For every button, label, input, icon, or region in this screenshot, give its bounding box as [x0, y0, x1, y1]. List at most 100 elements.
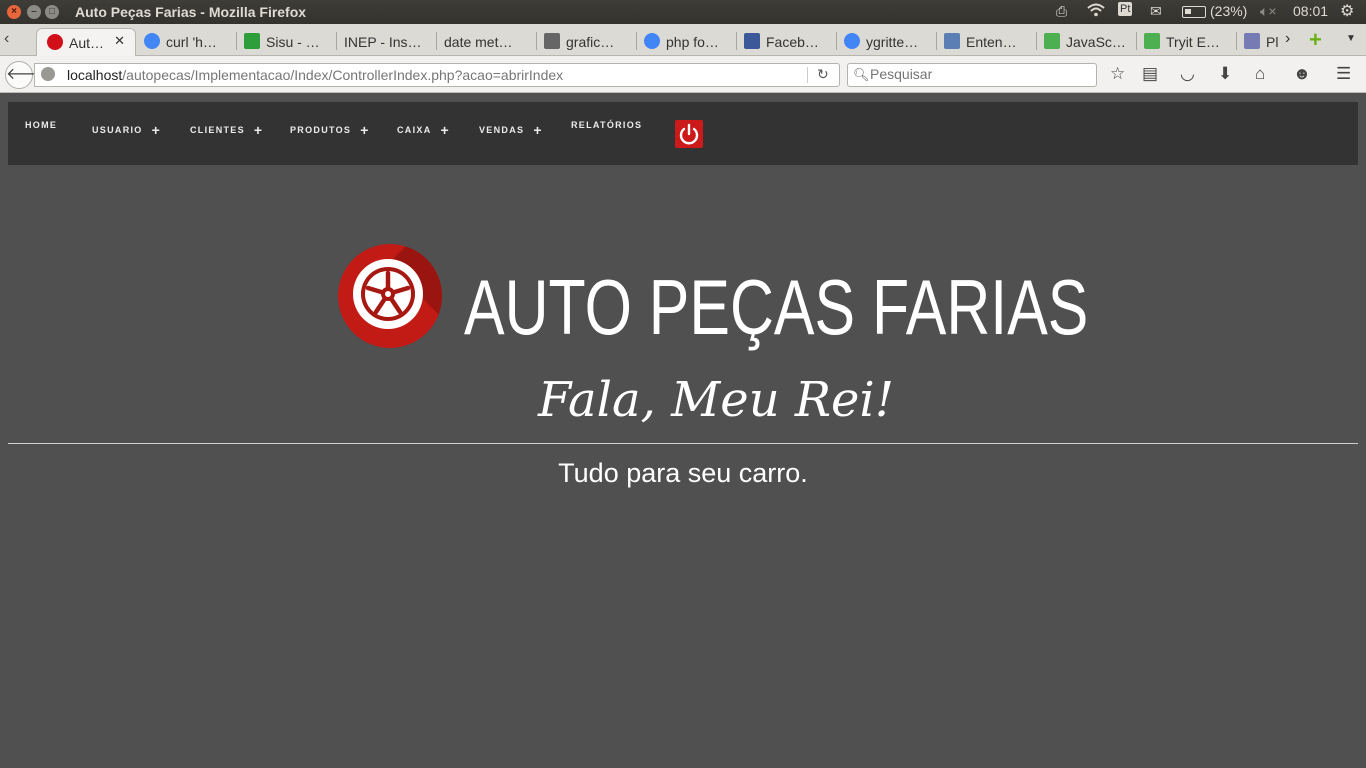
google-icon [144, 32, 160, 49]
facebook-icon [744, 32, 760, 49]
nav-item-label: USUARIO [92, 125, 143, 135]
globe-icon[interactable] [41, 67, 55, 81]
power-logout-icon[interactable] [675, 120, 703, 148]
tab[interactable]: php fo… [644, 28, 732, 56]
tab-separator [836, 32, 837, 50]
url-path: /autopecas/Implementacao/Index/Controlle… [122, 67, 564, 83]
hamburger-menu-icon[interactable]: ☰ [1336, 64, 1351, 84]
reader-list-icon[interactable]: ▤ [1142, 64, 1158, 84]
nav-item-label: VENDAS [479, 125, 525, 135]
pocket-icon[interactable]: ◡ [1180, 64, 1195, 84]
nav-item-label: HOME [25, 120, 58, 130]
window-minimize-button[interactable]: – [27, 5, 41, 19]
tab[interactable]: JavaSc… [1044, 28, 1132, 56]
tab-separator [736, 32, 737, 50]
tab[interactable]: Sisu - … [244, 28, 332, 56]
jquery-icon [944, 32, 960, 49]
tab-scroll-right-icon[interactable]: › [1285, 30, 1290, 48]
tab-label: php fo… [666, 34, 719, 50]
tab-label: Pl [1266, 34, 1279, 50]
nav-item-label: CLIENTES [190, 125, 245, 135]
tab-close-icon[interactable]: ✕ [114, 33, 125, 49]
home-icon[interactable]: ⌂ [1255, 64, 1265, 84]
tab[interactable]: curl 'h… [144, 28, 232, 56]
nav-item-clientes[interactable]: CLIENTES + [190, 120, 263, 138]
battery-percentage: (23%) [1210, 3, 1248, 19]
tab-label: Tryit E… [1166, 34, 1220, 50]
keyboard-layout-indicator[interactable]: Pt [1118, 2, 1133, 16]
chart-icon [544, 32, 560, 49]
os-titlebar: × – □ Auto Peças Farias - Mozilla Firefo… [0, 0, 1366, 24]
tab[interactable]: Pl [1244, 28, 1280, 56]
tab-strip: ‹ Aut… ✕ curl 'h… Sisu - … INEP - Ins… date… [0, 24, 1366, 56]
wheel-logo-icon [338, 244, 442, 348]
tab-auto-pecas[interactable]: Aut… ✕ [36, 28, 136, 56]
tab[interactable]: grafic… [544, 28, 632, 56]
tab-separator [336, 32, 337, 50]
nav-item-home[interactable]: HOME [25, 120, 57, 130]
tab-label: Enten… [966, 34, 1017, 50]
tab-label: date met… [444, 34, 513, 50]
nav-item-label: PRODUTOS [290, 125, 352, 135]
site-navigation: HOME USUARIO + CLIENTES + PRODUTOS + CAIXA + VEND… [8, 102, 1358, 165]
divider [8, 443, 1358, 444]
new-tab-button[interactable]: + [1309, 27, 1322, 53]
tab-label: Sisu - … [266, 34, 320, 50]
tab[interactable]: date met… [444, 28, 532, 56]
plus-icon[interactable]: + [152, 122, 161, 138]
reload-icon[interactable]: ↻ [817, 66, 829, 83]
window-maximize-button[interactable]: □ [45, 5, 59, 19]
w3-icon [1144, 32, 1160, 49]
wifi-icon[interactable] [1087, 3, 1105, 20]
tab[interactable]: Enten… [944, 28, 1032, 56]
tab-separator [1036, 32, 1037, 50]
search-input[interactable] [870, 66, 1090, 82]
php-icon [1244, 32, 1260, 49]
tab[interactable]: ygritte… [844, 28, 932, 56]
search-bar[interactable]: 🔍︎ [847, 63, 1097, 87]
google-icon [644, 32, 660, 49]
nav-item-caixa[interactable]: CAIXA + [397, 120, 450, 138]
clock[interactable]: 08:01 [1293, 3, 1328, 19]
hello-chat-icon[interactable]: ☻ [1293, 64, 1311, 84]
plus-icon[interactable]: + [441, 122, 450, 138]
flag-icon [244, 32, 260, 49]
plus-icon[interactable]: + [360, 122, 369, 138]
plus-icon[interactable]: + [533, 122, 542, 138]
window-close-button[interactable]: × [7, 5, 21, 19]
tagline: Tudo para seu carro. [558, 458, 808, 488]
tab-separator [436, 32, 437, 50]
tab-separator [936, 32, 937, 50]
gear-icon[interactable]: ⚙ [1340, 1, 1354, 21]
tab-label: curl 'h… [166, 34, 217, 50]
url-host: localhost [67, 67, 123, 83]
mail-icon[interactable]: ✉ [1150, 3, 1162, 20]
url-bar[interactable]: localhost/autopecas/Implementacao/Index/… [34, 63, 840, 87]
bookmark-star-icon[interactable]: ☆ [1110, 64, 1125, 84]
nav-item-produtos[interactable]: PRODUTOS + [290, 120, 370, 138]
window-title: Auto Peças Farias - Mozilla Firefox [75, 4, 307, 20]
url-text[interactable]: localhost/autopecas/Implementacao/Index/… [67, 67, 563, 83]
tab-separator [536, 32, 537, 50]
printer-icon[interactable]: ⎙ [1056, 3, 1067, 20]
tab[interactable]: Faceb… [744, 28, 832, 56]
tab[interactable]: Tryit E… [1144, 28, 1232, 56]
nav-item-vendas[interactable]: VENDAS + [479, 120, 543, 138]
tab-separator [1136, 32, 1137, 50]
download-icon[interactable]: ⬇ [1218, 64, 1232, 84]
tab-separator [236, 32, 237, 50]
tab-list-dropdown-icon[interactable]: ▼ [1346, 33, 1356, 44]
nav-item-label: RELATÓRIOS [571, 120, 643, 130]
plus-icon[interactable]: + [254, 122, 263, 138]
back-button[interactable]: 🡐 [5, 61, 49, 89]
tab-label: INEP - Ins… [344, 34, 422, 50]
battery-icon[interactable] [1182, 6, 1206, 18]
url-divider [807, 67, 808, 83]
tab[interactable]: INEP - Ins… [344, 28, 432, 56]
tab-scroll-left-icon[interactable]: ‹ [4, 30, 9, 48]
slogan: Fala, Meu Rei! [538, 372, 895, 428]
brand-title: AUTO PEÇAS FARIAS [464, 263, 1089, 351]
nav-item-relatorios[interactable]: RELATÓRIOS [571, 120, 642, 130]
nav-item-usuario[interactable]: USUARIO + [92, 120, 161, 138]
volume-muted-icon[interactable]: 🔈︎× [1260, 3, 1277, 20]
